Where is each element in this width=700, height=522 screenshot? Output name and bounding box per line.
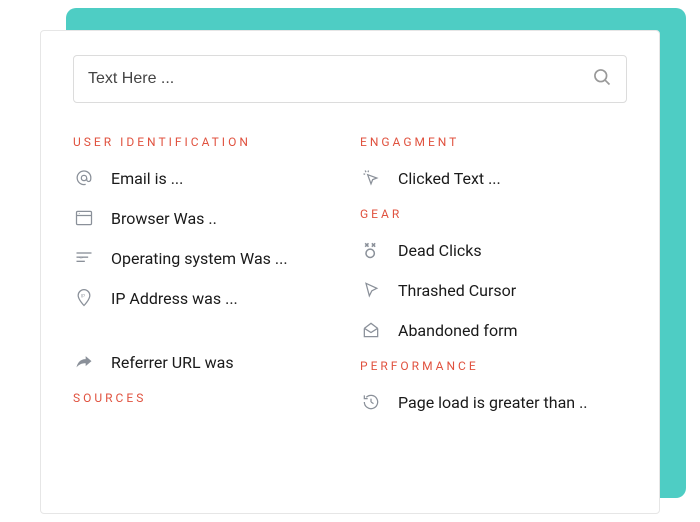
section-header-engagement: ENGAGMENT xyxy=(360,135,627,149)
search-icon[interactable] xyxy=(592,67,612,91)
filter-label: Browser Was .. xyxy=(111,209,217,228)
filter-label: Abandoned form xyxy=(398,321,518,340)
filter-ip[interactable]: IP IP Address was ... xyxy=(73,287,340,309)
filter-label: Operating system Was ... xyxy=(111,249,288,268)
svg-text:<>: <> xyxy=(79,256,83,261)
dead-click-icon xyxy=(360,239,382,261)
browser-window-icon xyxy=(73,207,95,229)
search-input[interactable] xyxy=(88,70,592,88)
filter-label: Page load is greater than .. xyxy=(398,393,588,412)
section-header-performance: PERFORMANCE xyxy=(360,359,627,373)
filter-panel: USER IDENTIFICATION Email is ... xyxy=(40,30,660,514)
at-sign-icon xyxy=(73,167,95,189)
filter-thrashed-cursor[interactable]: Thrashed Cursor xyxy=(360,279,627,301)
filter-label: Email is ... xyxy=(111,169,183,188)
right-column: ENGAGMENT Clicked Text ... GEAR xyxy=(360,131,627,489)
filter-dead-clicks[interactable]: Dead Clicks xyxy=(360,239,627,261)
section-header-sources: SOURCES xyxy=(73,391,340,405)
search-bar[interactable] xyxy=(73,55,627,103)
filter-label: Thrashed Cursor xyxy=(398,281,516,300)
share-arrow-icon xyxy=(73,351,95,373)
filter-browser[interactable]: Browser Was .. xyxy=(73,207,340,229)
envelope-open-icon xyxy=(360,319,382,341)
filter-label: Referrer URL was xyxy=(111,353,234,372)
filter-page-load[interactable]: Page load is greater than .. xyxy=(360,391,627,413)
filter-referrer[interactable]: Referrer URL was xyxy=(73,351,340,373)
filter-label: IP Address was ... xyxy=(111,289,238,308)
cursor-click-icon xyxy=(360,167,382,189)
left-column: USER IDENTIFICATION Email is ... xyxy=(73,131,340,489)
os-lines-icon: <> xyxy=(73,247,95,269)
cursor-outline-icon xyxy=(360,279,382,301)
filter-columns: USER IDENTIFICATION Email is ... xyxy=(73,131,627,489)
filter-abandoned-form[interactable]: Abandoned form xyxy=(360,319,627,341)
ip-pin-icon: IP xyxy=(73,287,95,309)
section-header-user-identification: USER IDENTIFICATION xyxy=(73,135,340,149)
svg-text:IP: IP xyxy=(81,295,85,300)
filter-os[interactable]: <> Operating system Was ... xyxy=(73,247,340,269)
section-header-gear: GEAR xyxy=(360,207,627,221)
clock-refresh-icon xyxy=(360,391,382,413)
filter-email[interactable]: Email is ... xyxy=(73,167,340,189)
filter-label: Clicked Text ... xyxy=(398,169,501,188)
filter-label: Dead Clicks xyxy=(398,241,482,260)
filter-clicked-text[interactable]: Clicked Text ... xyxy=(360,167,627,189)
